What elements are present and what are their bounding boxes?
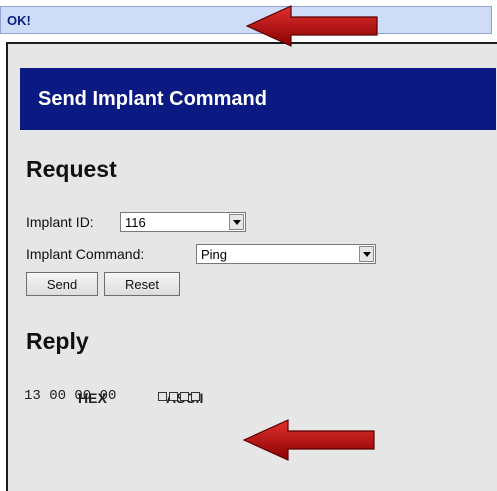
panel-header: Send Implant Command bbox=[20, 68, 496, 130]
ascii-glyph-box bbox=[191, 392, 200, 401]
red-arrow-annotation bbox=[245, 5, 378, 47]
dropdown-arrow-icon[interactable] bbox=[229, 214, 244, 230]
ascii-glyph-box bbox=[180, 392, 189, 401]
send-button[interactable]: Send bbox=[26, 272, 98, 296]
reply-ascii-value bbox=[158, 392, 204, 402]
implant-id-select[interactable]: 116 bbox=[120, 212, 246, 232]
reply-hex-value: 13 00 00 00 bbox=[24, 388, 117, 404]
ascii-glyph-box bbox=[169, 392, 178, 401]
implant-id-value: 116 bbox=[125, 215, 146, 230]
implant-command-label: Implant Command: bbox=[26, 246, 145, 262]
request-heading: Request bbox=[26, 156, 117, 182]
reset-button[interactable]: Reset bbox=[104, 272, 180, 296]
reply-heading: Reply bbox=[26, 328, 89, 354]
implant-command-select[interactable]: Ping bbox=[196, 244, 376, 264]
red-arrow-annotation bbox=[242, 419, 375, 461]
implant-command-value: Ping bbox=[201, 247, 228, 262]
ascii-glyph-box bbox=[158, 392, 167, 401]
status-text: OK! bbox=[7, 13, 31, 28]
implant-id-label: Implant ID: bbox=[26, 214, 94, 230]
dropdown-arrow-icon[interactable] bbox=[359, 246, 374, 262]
panel-title: Send Implant Command bbox=[38, 88, 267, 110]
